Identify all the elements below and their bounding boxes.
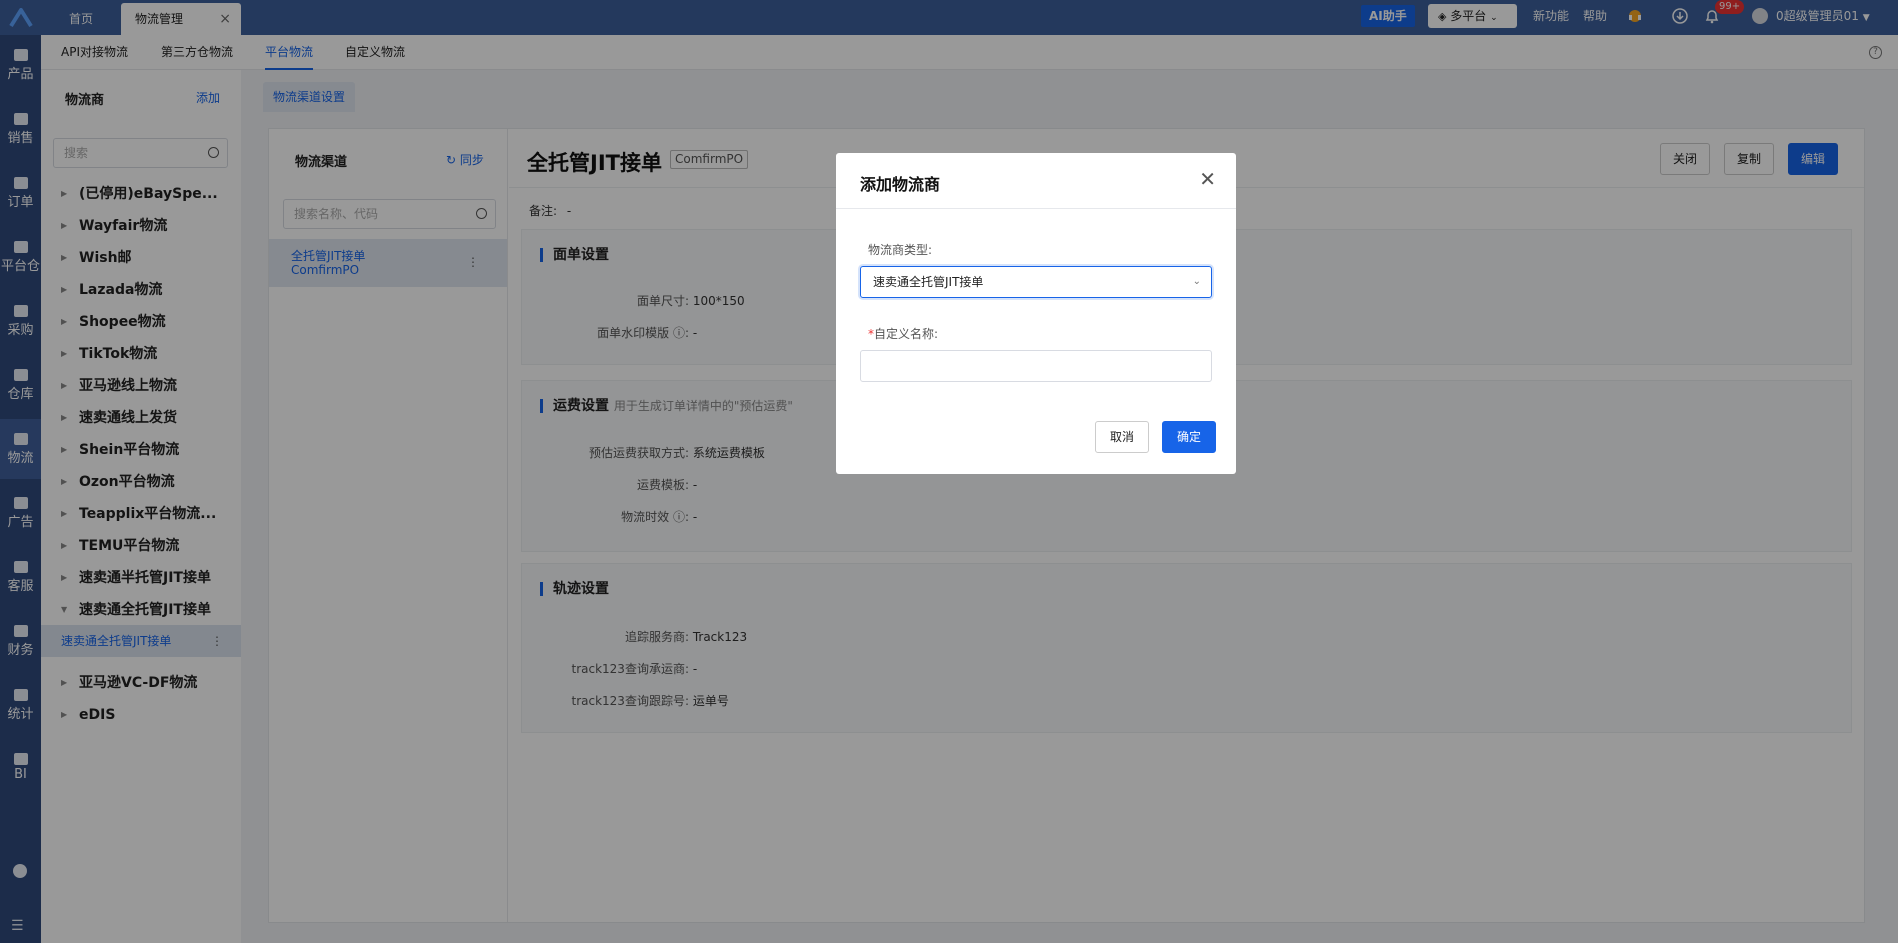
cancel-button[interactable]: 取消 [1095,421,1150,453]
custom-name-input[interactable] [860,350,1212,382]
chevron-down-icon: ⌄ [1192,276,1201,287]
divider [836,208,1236,209]
carrier-type-value: 速卖通全托管JIT接单 [873,275,984,289]
carrier-type-select[interactable]: 速卖通全托管JIT接单 ⌄ [860,266,1212,298]
close-icon[interactable]: ✕ [1199,167,1216,191]
add-carrier-dialog: 添加物流商 ✕ 物流商类型: 速卖通全托管JIT接单 ⌄ *自定义名称: 取消 … [836,153,1236,474]
carrier-type-label: 物流商类型: [868,243,933,257]
dialog-title: 添加物流商 [860,175,941,194]
custom-name-label-text: 自定义名称: [874,327,939,341]
confirm-button[interactable]: 确定 [1162,421,1217,453]
custom-name-label: *自定义名称: [868,325,938,342]
